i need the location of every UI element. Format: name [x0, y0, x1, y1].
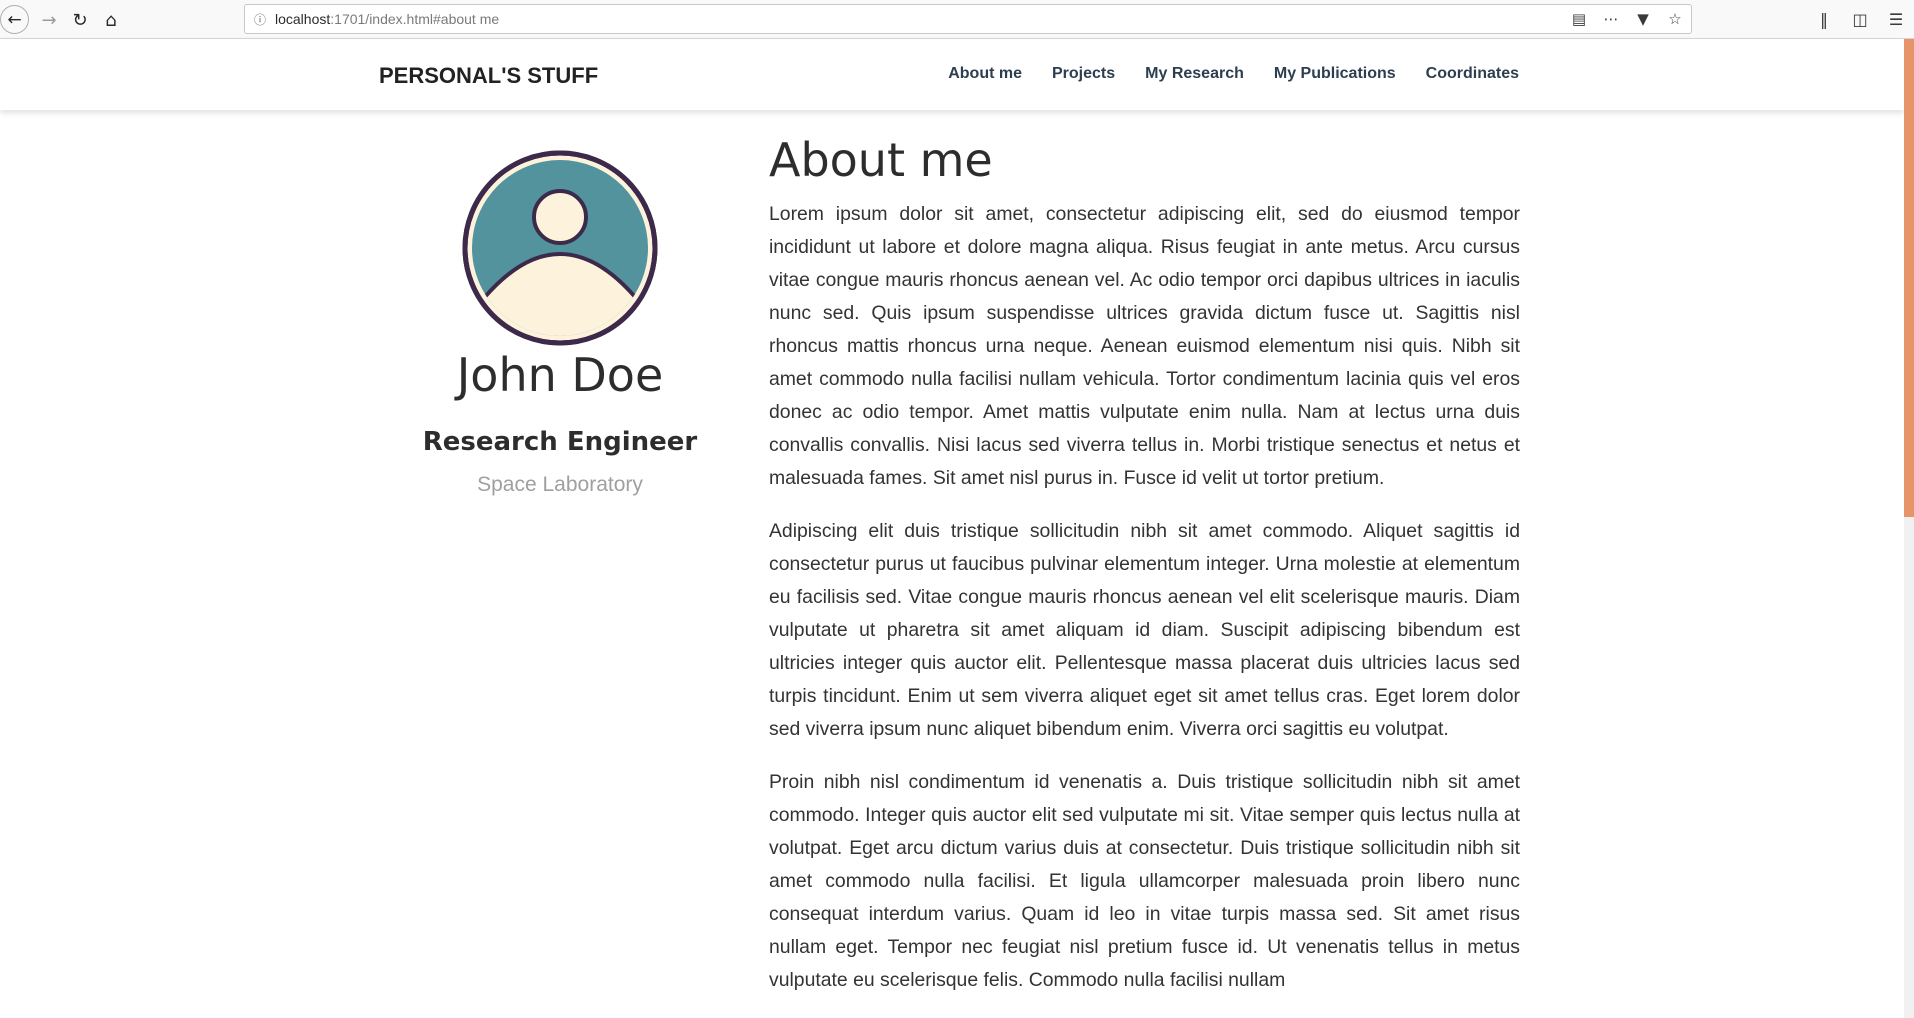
- reader-view-icon[interactable]: ▤: [1569, 9, 1589, 29]
- paragraph: Adipiscing elit duis tristique sollicitu…: [769, 520, 1520, 740]
- url-path: :1701/index.html#about me: [330, 11, 500, 27]
- paragraph: Proin nibh nisl condimentum id venenatis…: [769, 771, 1520, 991]
- profile-name: John Doe: [456, 348, 664, 402]
- brand-logo[interactable]: PERSONAL'S STUFF: [379, 63, 598, 89]
- site-info-icon[interactable]: ⓘ: [245, 11, 275, 28]
- url-host: localhost: [275, 11, 331, 27]
- profile-card: John Doe Research Engineer Space Laborat…: [400, 150, 720, 497]
- bookmark-star-icon[interactable]: ☆: [1665, 9, 1685, 29]
- nav-my-publications[interactable]: My Publications: [1274, 65, 1396, 83]
- sidebar-icon[interactable]: ◫: [1850, 7, 1870, 31]
- back-arrow-icon[interactable]: ←: [0, 5, 29, 34]
- menu-icon[interactable]: ☰: [1886, 7, 1906, 31]
- reload-icon[interactable]: ↻: [65, 5, 95, 35]
- nav-coordinates[interactable]: Coordinates: [1426, 65, 1519, 83]
- scrollbar-thumb[interactable]: [1904, 39, 1914, 517]
- avatar-icon: [462, 150, 658, 346]
- profile-affiliation: Space Laboratory: [477, 473, 643, 497]
- section-title: About me: [769, 133, 993, 187]
- nav-my-research[interactable]: My Research: [1145, 65, 1244, 83]
- more-actions-icon[interactable]: ⋯: [1601, 9, 1621, 29]
- forward-arrow-icon[interactable]: →: [34, 5, 64, 35]
- nav-about-me[interactable]: About me: [948, 65, 1022, 83]
- about-section: About me Lorem ipsum dolor sit amet, con…: [769, 132, 1520, 1017]
- site-header: PERSONAL'S STUFF About me Projects My Re…: [0, 39, 1904, 110]
- address-bar[interactable]: ⓘ localhost:1701/index.html#about me ▤ ⋯…: [244, 4, 1692, 34]
- main-nav: About me Projects My Research My Publica…: [948, 65, 1519, 83]
- home-icon[interactable]: ⌂: [96, 5, 126, 35]
- url-text[interactable]: localhost:1701/index.html#about me: [275, 11, 499, 27]
- library-icon[interactable]: ‖: [1814, 7, 1834, 31]
- paragraph: Lorem ipsum dolor sit amet, consectetur …: [769, 203, 1520, 489]
- profile-role: Research Engineer: [422, 427, 698, 458]
- browser-toolbar: ← → ↻ ⌂ ⓘ localhost:1701/index.html#abou…: [0, 0, 1914, 39]
- pocket-icon[interactable]: ▼: [1633, 9, 1653, 29]
- nav-projects[interactable]: Projects: [1052, 65, 1115, 83]
